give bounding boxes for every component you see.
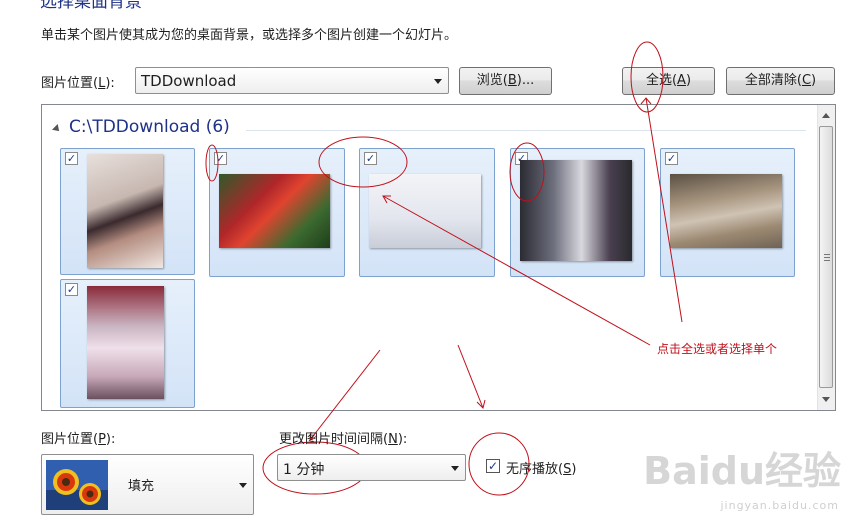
interval-value: 1 分钟	[283, 462, 325, 478]
position-value: 填充	[128, 479, 155, 494]
flower-wallpaper-icon	[46, 460, 108, 510]
chevron-down-icon	[451, 466, 459, 471]
baidu-watermark-logo: Baidu经验	[643, 449, 841, 493]
chevron-down-icon	[239, 483, 247, 488]
interval-label: 更改图片时间间隔(N):	[279, 432, 408, 447]
shuffle-checkbox[interactable]: ✓	[486, 459, 500, 473]
watermark-url: jingyan.baidu.com	[720, 499, 839, 512]
annotation-note: 点击全选或者选择单个	[657, 342, 778, 356]
position-label: 图片位置(P):	[41, 432, 116, 447]
shuffle-label[interactable]: 无序播放(S)	[506, 458, 576, 477]
position-dropdown[interactable]: 填充	[41, 454, 254, 515]
interval-dropdown[interactable]: 1 分钟	[277, 454, 466, 481]
